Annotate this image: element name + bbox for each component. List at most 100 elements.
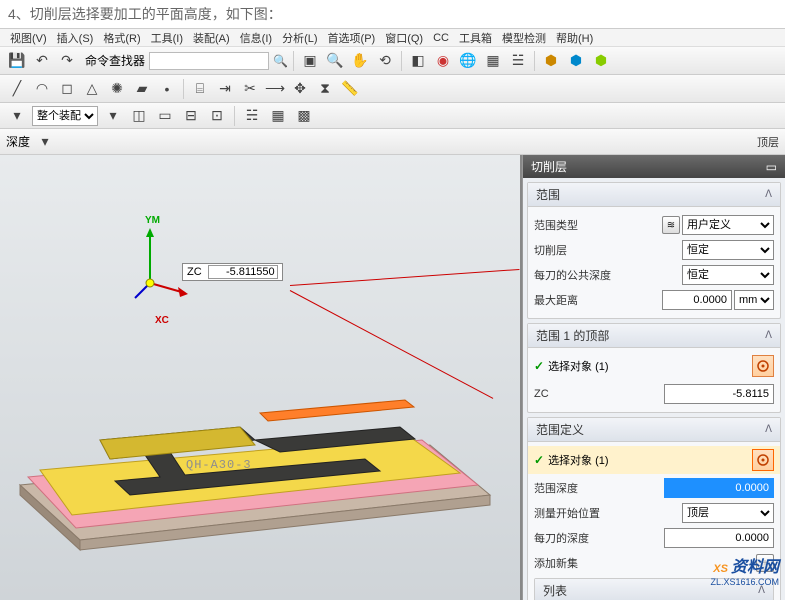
- pick-object-button-2[interactable]: [752, 449, 774, 471]
- sel-more3-icon[interactable]: ▩: [293, 105, 315, 127]
- tool-mirror-icon[interactable]: ⧗: [314, 78, 336, 100]
- tool-pan-icon[interactable]: ✋: [349, 50, 371, 72]
- command-finder: 命令查找器 🔍: [85, 52, 288, 70]
- zc-label: ZC: [534, 388, 549, 400]
- sel-edge-icon[interactable]: ⊟: [180, 105, 202, 127]
- selection-bar: ▾ 整个装配 ▾ ◫ ▭ ⊟ ⊡ ☵ ▦ ▩: [0, 103, 785, 129]
- page-caption: 4、切削层选择要加工的平面高度，如下图：: [0, 0, 785, 28]
- tool-perspective-icon[interactable]: ◧: [407, 50, 429, 72]
- menu-help[interactable]: 帮助(H): [556, 30, 593, 46]
- collapse-icon: ᐱ: [765, 189, 772, 200]
- command-finder-label: 命令查找器: [85, 52, 145, 69]
- tool-zoom-icon[interactable]: 🔍: [324, 50, 346, 72]
- max-distance-unit[interactable]: mm: [734, 290, 774, 310]
- check-icon: ✓: [534, 453, 544, 467]
- menu-toolbox[interactable]: 工具箱: [459, 30, 492, 46]
- tool-line-icon[interactable]: ╱: [6, 78, 28, 100]
- collapse-icon: ᐱ: [765, 424, 772, 435]
- tool-offset-icon[interactable]: ⇥: [214, 78, 236, 100]
- depth-dropdown-icon[interactable]: ▾: [34, 131, 56, 153]
- common-depth-select[interactable]: 恒定: [682, 265, 774, 285]
- tool-burst-icon[interactable]: ✺: [106, 78, 128, 100]
- axis-ym-label: YM: [145, 215, 160, 226]
- tool-rotate-icon[interactable]: ⟲: [374, 50, 396, 72]
- range-depth-input[interactable]: [664, 478, 774, 498]
- range-type-icon: ≋: [662, 216, 680, 234]
- tool-cube3-icon[interactable]: ⬢: [590, 50, 612, 72]
- watermark: XS 资料网 ZL.XS1616.COM: [710, 553, 779, 587]
- tool-door-icon[interactable]: ⌸: [189, 78, 211, 100]
- tool-measure-icon[interactable]: 📏: [339, 78, 361, 100]
- menu-format[interactable]: 格式(R): [103, 30, 140, 46]
- section-range-def-header[interactable]: 范围定义 ᐱ: [528, 418, 780, 442]
- section-range-header[interactable]: 范围 ᐱ: [528, 183, 780, 207]
- menu-cc[interactable]: CC: [433, 32, 449, 44]
- tool-extend-icon[interactable]: ⟶: [264, 78, 286, 100]
- measure-start-label: 测量开始位置: [534, 505, 600, 521]
- menu-tool[interactable]: 工具(I): [151, 30, 183, 46]
- perpass-depth-label: 每刀的深度: [534, 530, 589, 546]
- viewport-3d[interactable]: YM XC ZC QH-A30-3: [0, 155, 522, 600]
- tool-arc-icon[interactable]: ◠: [31, 78, 53, 100]
- tool-cube2-icon[interactable]: ⬢: [565, 50, 587, 72]
- search-icon[interactable]: 🔍: [273, 54, 288, 68]
- panel-close-icon[interactable]: ▭: [766, 160, 777, 174]
- tool-move-icon[interactable]: ✥: [289, 78, 311, 100]
- tool-box-icon[interactable]: ◻: [56, 78, 78, 100]
- model-render: [10, 245, 510, 555]
- tool-undo-icon[interactable]: ↶: [31, 50, 53, 72]
- application-window: 视图(V) 插入(S) 格式(R) 工具(I) 装配(A) 信息(I) 分析(L…: [0, 28, 785, 600]
- sel-more2-icon[interactable]: ▦: [267, 105, 289, 127]
- tool-fit-icon[interactable]: ▣: [299, 50, 321, 72]
- separator: [293, 51, 294, 71]
- perpass-depth-input[interactable]: [664, 528, 774, 548]
- max-distance-label: 最大距离: [534, 292, 578, 308]
- tool-layers-icon[interactable]: ☱: [507, 50, 529, 72]
- tool-tri-icon[interactable]: △: [81, 78, 103, 100]
- add-newset-label: 添加新集: [534, 555, 578, 571]
- sel-cube-icon[interactable]: ◫: [128, 105, 150, 127]
- tool-trim-icon[interactable]: ✂: [239, 78, 261, 100]
- depth-label: 深度: [6, 133, 30, 150]
- menu-analysis[interactable]: 分析(L): [282, 30, 317, 46]
- measure-start-select[interactable]: 顶层: [682, 503, 774, 523]
- toolbar-2: ╱ ◠ ◻ △ ✺ ▰ • ⌸ ⇥ ✂ ⟶ ✥ ⧗ 📏: [0, 75, 785, 103]
- menu-view[interactable]: 视图(V): [10, 30, 47, 46]
- tool-point-icon[interactable]: •: [156, 78, 178, 100]
- pick-object-button[interactable]: [752, 355, 774, 377]
- menu-modelcheck[interactable]: 模型检测: [502, 30, 546, 46]
- command-finder-input[interactable]: [149, 52, 269, 70]
- collapse-icon: ᐱ: [765, 330, 772, 341]
- range-type-select[interactable]: 用户定义: [682, 215, 774, 235]
- panel-title: 切削层: [531, 158, 567, 175]
- max-distance-input[interactable]: [662, 290, 732, 310]
- menu-insert[interactable]: 插入(S): [57, 30, 94, 46]
- zc-value-box[interactable]: ZC: [182, 263, 283, 281]
- cut-levels-panel: 切削层 ▭ 范围 ᐱ 范围类型 ≋ 用户定义: [522, 155, 785, 600]
- zc-input[interactable]: [664, 384, 774, 404]
- secondary-bar: 深度 ▾ 顶层: [0, 129, 785, 155]
- zc-box-input[interactable]: [208, 265, 278, 279]
- sel-dropdown-icon[interactable]: ▾: [6, 105, 28, 127]
- menu-prefs[interactable]: 首选项(P): [328, 30, 376, 46]
- check-icon: ✓: [534, 359, 544, 373]
- sel-more1-icon[interactable]: ☵: [241, 105, 263, 127]
- tool-redo-icon[interactable]: ↷: [56, 50, 78, 72]
- tool-wcs-icon[interactable]: ◉: [432, 50, 454, 72]
- section-range-top-header[interactable]: 范围 1 的顶部 ᐱ: [528, 324, 780, 348]
- tool-globe-icon[interactable]: 🌐: [457, 50, 479, 72]
- menu-assembly[interactable]: 装配(A): [193, 30, 230, 46]
- cutlayer-select[interactable]: 恒定: [682, 240, 774, 260]
- select-object-label-2: 选择对象 (1): [548, 452, 748, 468]
- tool-save-icon[interactable]: 💾: [6, 50, 28, 72]
- separator: [234, 106, 235, 126]
- tool-render-icon[interactable]: ▦: [482, 50, 504, 72]
- assembly-scope-select[interactable]: 整个装配: [32, 106, 98, 126]
- sel-point-icon[interactable]: ⊡: [206, 105, 228, 127]
- sel-filter1-icon[interactable]: ▾: [102, 105, 124, 127]
- menu-window[interactable]: 窗口(Q): [385, 30, 423, 46]
- menu-info[interactable]: 信息(I): [240, 30, 272, 46]
- tool-fill-icon[interactable]: ▰: [131, 78, 153, 100]
- tool-cube1-icon[interactable]: ⬢: [540, 50, 562, 72]
- sel-face-icon[interactable]: ▭: [154, 105, 176, 127]
